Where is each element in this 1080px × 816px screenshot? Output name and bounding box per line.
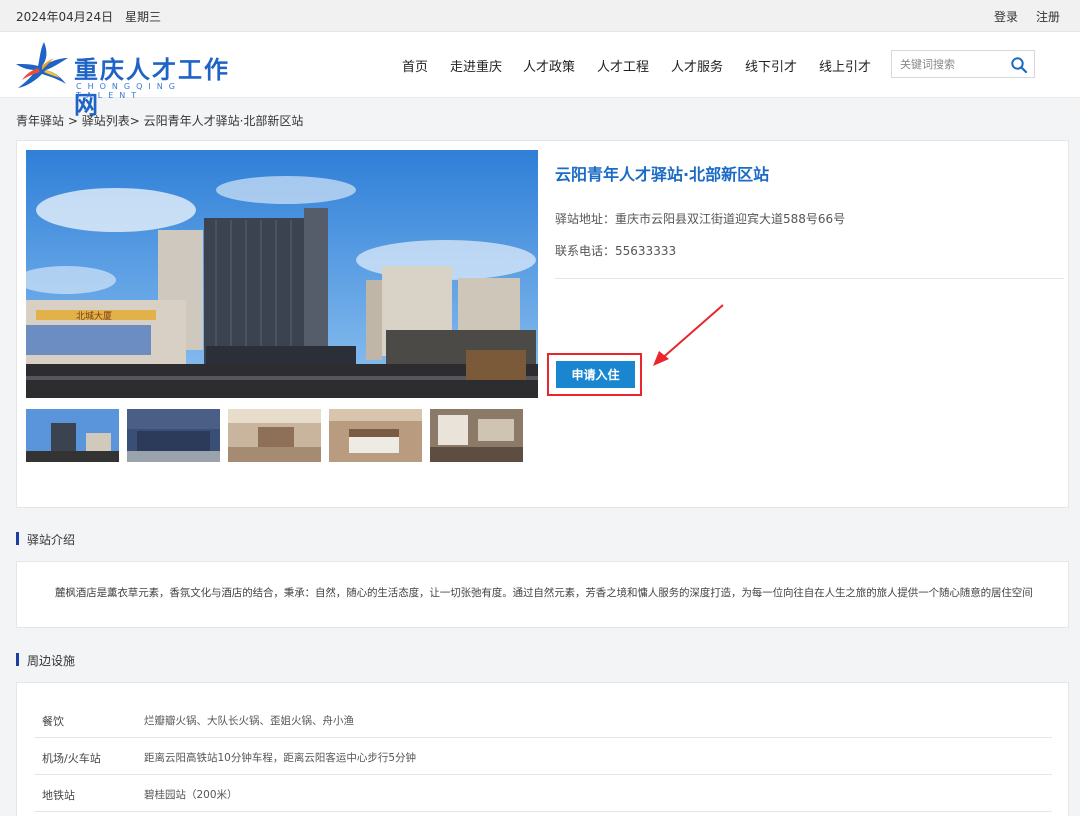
intro-text: 麓枫酒店是薰衣草元素，香氛文化与酒店的结合，秉承：自然，随心的生活态度，让一切张… xyxy=(55,587,1033,599)
nav-item-chongqing[interactable]: 走进重庆 xyxy=(450,56,502,75)
apply-checkin-button[interactable]: 申请入住 xyxy=(556,361,635,388)
table-row: 机场/火车站 距离云阳高铁站10分钟车程，距离云阳客运中心步行5分钟 xyxy=(34,738,1052,775)
apply-highlight-box: 申请入住 xyxy=(547,353,642,396)
search-input[interactable] xyxy=(892,51,1002,77)
breadcrumb-separator: > xyxy=(129,114,144,128)
breadcrumb: 青年驿站 > 驿站列表> 云阳青年人才驿站·北部新区站 xyxy=(16,112,303,129)
address-value: 重庆市云阳县双江街道迎宾大道588号66号 xyxy=(615,212,846,226)
breadcrumb-separator: > xyxy=(64,114,82,128)
thumbnail-bathroom[interactable] xyxy=(430,409,523,462)
current-weekday: 星期三 xyxy=(125,10,162,24)
station-detail-card: 北城大厦 云阳青年人才驿站·北部新区站 驿站地址：重庆市云阳县双江街道迎宾大道5… xyxy=(16,140,1069,508)
facility-key: 餐饮 xyxy=(42,715,64,728)
login-link[interactable]: 登录 xyxy=(994,8,1018,25)
intro-heading: 驿站介绍 xyxy=(16,531,75,548)
breadcrumb-current: 云阳青年人才驿站·北部新区站 xyxy=(143,114,304,128)
address-label: 驿站地址： xyxy=(555,212,616,226)
thumbnail-building[interactable] xyxy=(26,409,119,462)
table-row: 地铁站 碧桂园站（200米） xyxy=(34,775,1052,812)
facility-value: 烂瓣瓣火锅、大队长火锅、歪姐火锅、舟小渔 xyxy=(144,715,354,727)
nav-item-service[interactable]: 人才服务 xyxy=(671,56,723,75)
facilities-heading: 周边设施 xyxy=(16,652,75,669)
facility-key: 地铁站 xyxy=(42,789,75,802)
facility-key: 机场/火车站 xyxy=(42,752,101,765)
register-link[interactable]: 注册 xyxy=(1036,8,1060,25)
station-address-row: 驿站地址：重庆市云阳县双江街道迎宾大道588号66号 xyxy=(555,210,845,227)
station-title: 云阳青年人才驿站·北部新区站 xyxy=(555,165,770,184)
nav-item-home[interactable]: 首页 xyxy=(402,56,428,75)
station-main-photo: 北城大厦 xyxy=(26,150,538,398)
thumbnail-bedroom[interactable] xyxy=(329,409,422,462)
info-divider xyxy=(555,278,1064,279)
logo-emblem-icon xyxy=(16,42,68,88)
facility-value: 距离云阳高铁站10分钟车程，距离云阳客运中心步行5分钟 xyxy=(144,752,417,764)
hotel-sign-text: 北城大厦 xyxy=(76,310,112,322)
station-phone-row: 联系电话：55633333 xyxy=(555,242,676,259)
red-arrow-annotation-icon xyxy=(653,304,724,366)
logo-subtitle: CHONGQING TALENT xyxy=(76,82,181,100)
current-date: 2024年04月24日 xyxy=(16,10,114,24)
thumbnail-entrance[interactable] xyxy=(127,409,220,462)
nav-item-policy[interactable]: 人才政策 xyxy=(523,56,575,75)
table-row: 餐饮 烂瓣瓣火锅、大队长火锅、歪姐火锅、舟小渔 xyxy=(34,701,1052,738)
site-logo[interactable]: 重庆人才工作网 CHONGQING TALENT xyxy=(14,36,254,119)
nav-item-offline[interactable]: 线下引才 xyxy=(745,56,797,75)
intro-section: 麓枫酒店是薰衣草元素，香氛文化与酒店的结合，秉承：自然，随心的生活态度，让一切张… xyxy=(16,561,1069,628)
phone-value: 55633333 xyxy=(615,244,677,258)
site-header: 重庆人才工作网 CHONGQING TALENT 首页 走进重庆 人才政策 人才… xyxy=(0,32,1080,119)
phone-label: 联系电话： xyxy=(555,244,616,258)
breadcrumb-station-list[interactable]: 驿站列表 xyxy=(82,114,130,128)
thumbnail-lobby[interactable] xyxy=(228,409,321,462)
search-box xyxy=(891,50,1035,78)
breadcrumb-youth-station[interactable]: 青年驿站 xyxy=(16,114,64,128)
search-icon[interactable] xyxy=(1010,56,1028,74)
nav-item-online[interactable]: 线上引才 xyxy=(819,56,871,75)
facility-value: 碧桂园站（200米） xyxy=(144,789,238,801)
facilities-section: 餐饮 烂瓣瓣火锅、大队长火锅、歪姐火锅、舟小渔 机场/火车站 距离云阳高铁站10… xyxy=(16,682,1069,816)
top-bar: 2024年04月24日 星期三 登录 注册 xyxy=(0,0,1080,32)
nav-item-project[interactable]: 人才工程 xyxy=(597,56,649,75)
